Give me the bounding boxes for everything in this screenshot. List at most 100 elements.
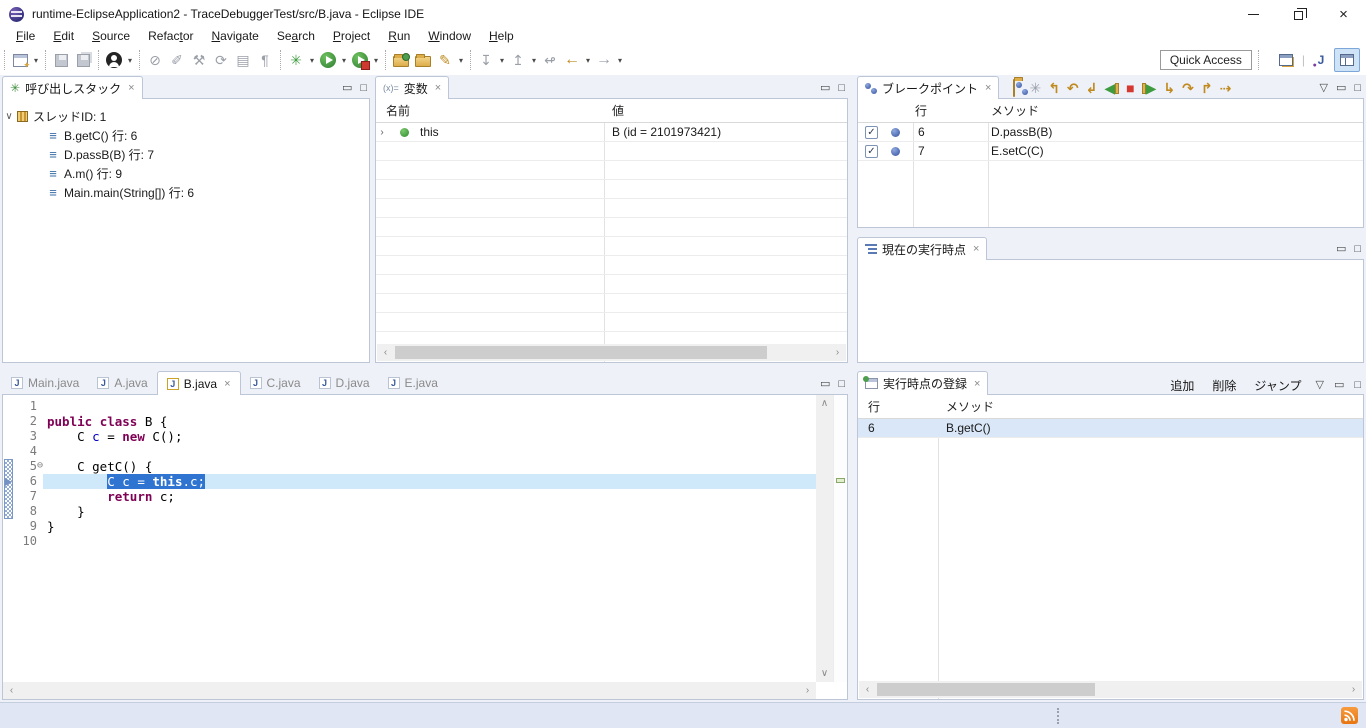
debug-dropdown[interactable]: ▾ bbox=[307, 56, 317, 65]
forward-button[interactable]: → bbox=[593, 48, 615, 72]
code-line[interactable]: 3 C c = new C(); bbox=[3, 429, 816, 444]
java-perspective-button[interactable]: J bbox=[1308, 48, 1334, 72]
column-method[interactable]: メソッド bbox=[946, 395, 994, 419]
minimize-window-button[interactable] bbox=[1231, 0, 1276, 28]
table-row[interactable] bbox=[376, 256, 847, 275]
minimize-view-button[interactable]: ▭ bbox=[820, 379, 830, 390]
stack-frame-row[interactable]: ≡Main.main(String[]) 行: 6 bbox=[3, 183, 369, 202]
table-row[interactable] bbox=[376, 161, 847, 180]
menu-item-refactor[interactable]: Refactor bbox=[139, 28, 202, 45]
marker-dropdown[interactable]: ▾ bbox=[456, 56, 466, 65]
column-value[interactable]: 値 bbox=[612, 99, 624, 123]
code-line[interactable]: 10 bbox=[3, 534, 816, 549]
tab-variables[interactable]: (x)= 変数 × bbox=[375, 76, 449, 99]
step-over-button[interactable]: ↷ bbox=[1182, 81, 1194, 95]
add-exec-point-button[interactable]: 追加 bbox=[1166, 377, 1198, 394]
tab-call-stack[interactable]: ✳ 呼び出しスタック × bbox=[2, 76, 143, 99]
previous-annotation-button[interactable]: ↥ bbox=[507, 48, 529, 72]
save-button[interactable] bbox=[50, 48, 72, 72]
scroll-left-icon[interactable]: ‹ bbox=[859, 681, 876, 698]
menu-item-window[interactable]: Window bbox=[419, 28, 480, 45]
breakpoint-checkbox[interactable]: ✓ bbox=[865, 145, 878, 158]
menu-item-run[interactable]: Run bbox=[379, 28, 419, 45]
code-editor[interactable]: 12public class B {3 C c = new C();45⊖ C … bbox=[3, 395, 816, 682]
debug-perspective-button[interactable] bbox=[1334, 48, 1360, 72]
scroll-thumb[interactable] bbox=[395, 346, 767, 359]
debug-button[interactable]: ✳ bbox=[285, 48, 307, 72]
back-dropdown[interactable]: ▾ bbox=[583, 56, 593, 65]
feed-icon[interactable] bbox=[1341, 707, 1358, 724]
jump-exec-point-button[interactable]: ジャンプ bbox=[1250, 377, 1305, 394]
column-method[interactable]: メソッド bbox=[991, 99, 1039, 123]
editor-hscrollbar[interactable]: ‹ › bbox=[3, 682, 816, 699]
menu-item-source[interactable]: Source bbox=[83, 28, 139, 45]
run-secure-button[interactable] bbox=[349, 48, 371, 72]
maximize-view-button[interactable]: □ bbox=[838, 83, 845, 94]
scroll-right-icon[interactable]: › bbox=[1345, 681, 1362, 698]
overview-current-line-marker[interactable] bbox=[836, 478, 845, 483]
current-exec-content[interactable] bbox=[857, 259, 1364, 363]
open-perspective-button[interactable] bbox=[1273, 48, 1299, 72]
exec-points-hscrollbar[interactable]: ‹ › bbox=[859, 681, 1362, 698]
code-line[interactable]: 5⊖ C getC() { bbox=[3, 459, 816, 474]
code-line[interactable]: 9} bbox=[3, 519, 816, 534]
open-resource-button[interactable] bbox=[412, 48, 434, 72]
code-line[interactable]: 6 C c = this.c; bbox=[3, 474, 816, 489]
run-dropdown[interactable]: ▾ bbox=[339, 56, 349, 65]
stack-frame-row[interactable]: ≡A.m() 行: 9 bbox=[3, 164, 369, 183]
editor-tab-b-java[interactable]: JB.java× bbox=[157, 371, 241, 395]
maximize-view-button[interactable]: □ bbox=[360, 83, 367, 94]
column-line[interactable]: 行 bbox=[915, 99, 927, 123]
maximize-view-button[interactable]: □ bbox=[1354, 380, 1361, 391]
editor-tab-a-java[interactable]: JA.java bbox=[88, 371, 156, 395]
menu-item-file[interactable]: File bbox=[7, 28, 44, 45]
view-menu-button[interactable]: ▽ bbox=[1319, 83, 1327, 94]
scroll-left-icon[interactable]: ‹ bbox=[377, 344, 394, 361]
table-row[interactable] bbox=[376, 180, 847, 199]
open-task-button[interactable] bbox=[390, 48, 412, 72]
fold-minus-icon[interactable]: ⊖ bbox=[37, 460, 43, 471]
editor-tab-main-java[interactable]: JMain.java bbox=[2, 371, 88, 395]
close-icon[interactable]: × bbox=[974, 378, 980, 390]
step-into-button[interactable]: ↳ bbox=[1163, 81, 1175, 95]
next-annotation-button[interactable]: ↧ bbox=[475, 48, 497, 72]
next-annotation-dropdown[interactable]: ▾ bbox=[497, 56, 507, 65]
open-breakpoint-file-button[interactable] bbox=[1013, 81, 1015, 95]
table-row[interactable] bbox=[376, 142, 847, 161]
scroll-left-icon[interactable]: ‹ bbox=[3, 682, 20, 699]
table-row[interactable] bbox=[376, 237, 847, 256]
backward-resume-button[interactable]: ◀ bbox=[1104, 81, 1119, 95]
restore-window-button[interactable] bbox=[1276, 0, 1321, 28]
close-icon[interactable]: × bbox=[128, 82, 134, 94]
code-line[interactable]: 4 bbox=[3, 444, 816, 459]
menu-item-edit[interactable]: Edit bbox=[44, 28, 83, 45]
build-button[interactable]: ⚒ bbox=[188, 48, 210, 72]
skip-all-breakpoints-button[interactable]: ✳ bbox=[1029, 81, 1041, 95]
document-outline-button[interactable]: ▤ bbox=[232, 48, 254, 72]
show-whitespace-button[interactable]: ¶ bbox=[254, 48, 276, 72]
code-line[interactable]: 8 } bbox=[3, 504, 816, 519]
skip-all-breakpoints-button[interactable]: ⊘ bbox=[144, 48, 166, 72]
back-button[interactable]: ← bbox=[561, 48, 583, 72]
code-line[interactable]: 2public class B { bbox=[3, 414, 816, 429]
menu-item-search[interactable]: Search bbox=[268, 28, 324, 45]
call-stack-tree[interactable]: ∨スレッドID: 1≡B.getC() 行: 6≡D.passB(B) 行: 7… bbox=[2, 98, 370, 363]
exec-points-header[interactable]: 行 メソッド bbox=[858, 395, 1363, 419]
new-wizard-button[interactable] bbox=[9, 48, 31, 72]
tab-exec-points[interactable]: 実行時点の登録 × bbox=[857, 371, 988, 395]
run-to-line-button[interactable]: ⇢ bbox=[1220, 81, 1232, 95]
maximize-view-button[interactable]: □ bbox=[838, 379, 845, 390]
maximize-view-button[interactable]: □ bbox=[1354, 244, 1361, 255]
step-return-button[interactable]: ↱ bbox=[1201, 81, 1213, 95]
view-menu-button[interactable]: ▽ bbox=[1315, 380, 1323, 391]
minimize-view-button[interactable]: ▭ bbox=[820, 83, 830, 94]
menu-item-navigate[interactable]: Navigate bbox=[202, 28, 267, 45]
marker-button[interactable]: ✎ bbox=[434, 48, 456, 72]
variables-hscrollbar[interactable]: ‹ › bbox=[377, 344, 846, 361]
table-row[interactable]: ›thisB (id = 2101973421) bbox=[376, 123, 847, 142]
run-secure-dropdown[interactable]: ▾ bbox=[371, 56, 381, 65]
last-edit-location-button[interactable]: ↫ bbox=[539, 48, 561, 72]
forward-dropdown[interactable]: ▾ bbox=[615, 56, 625, 65]
close-icon[interactable]: × bbox=[985, 82, 991, 94]
status-drag-handle[interactable] bbox=[1057, 708, 1059, 724]
